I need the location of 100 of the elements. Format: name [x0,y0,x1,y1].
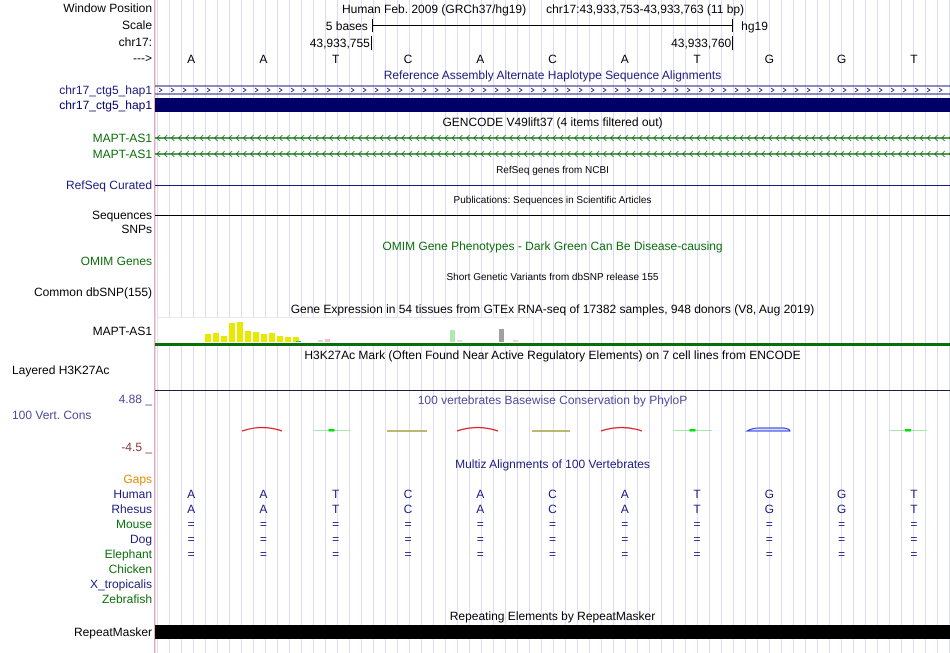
track-label[interactable]: MAPT-AS1 [92,146,152,162]
base-letter: = [476,517,485,532]
track-label[interactable]: RefSeq Curated [66,178,152,192]
base-letter: C [402,52,414,66]
base-letter: = [620,517,630,532]
base-letter: G [836,52,848,66]
base-letter: = [476,532,485,547]
track-label[interactable]: 4.88 _ [118,392,152,407]
base-letter: T [331,502,340,517]
base-letter: A [620,502,630,517]
base-letter: T [909,52,919,66]
track-title: RefSeq genes from NCBI [496,164,609,176]
track-label: chr17: [118,35,152,50]
base-letter: A [475,52,486,66]
track-label[interactable]: Rhesus [111,502,152,517]
track-label[interactable]: Mouse [116,517,152,532]
track-title: OMIM Gene Phenotypes - Dark Green Can Be Disease-causing [382,238,723,252]
track-label[interactable]: OMIM Genes [80,254,152,269]
base-letter: = [548,532,557,547]
base-letter: G [836,487,848,502]
base-letter: = [909,547,918,562]
base-letter: = [331,532,340,547]
base-letter: G [764,502,775,517]
base-letter: = [186,547,196,562]
track-title: Short Genetic Variants from dbSNP release 155 [446,272,658,282]
base-letter: T [692,502,702,517]
track-label[interactable]: Zebrafish [102,592,152,607]
base-letter: = [692,517,702,532]
track-label[interactable]: Common dbSNP(155) [34,285,152,300]
base-letter: A [258,502,268,517]
track-label[interactable]: chr17_ctg5_hap1 [59,98,152,112]
base-letter: = [403,547,412,562]
track-title: Gene Expression in 54 tissues from GTEx RNA-seq of 17382 samples, 948 donors (V8, Aug 2019) [290,302,814,316]
track-label[interactable]: Sequences [92,208,152,222]
base-letter: = [620,547,630,562]
track-label[interactable]: MAPT-AS1 [92,130,152,146]
base-letter: C [547,52,558,66]
base-letter: T [909,502,919,517]
base-letter: = [331,517,340,532]
track-label[interactable]: -4.5 _ [121,440,152,455]
track-label[interactable]: SNPs [121,222,152,237]
track-label[interactable]: Elephant [104,547,152,562]
base-letter: G [764,487,775,502]
coordinate-text: 43,933,755 [310,36,372,50]
track-label[interactable]: RepeatMasker [74,624,152,640]
base-letter: A [186,502,196,517]
track-title: Multiz Alignments of 100 Vertebrates [455,456,650,470]
track-title: GENCODE V49lift37 (4 items filtered out) [442,114,663,128]
base-letter: = [258,547,268,562]
base-letter: = [258,517,268,532]
base-letter: = [258,532,268,547]
track-label[interactable]: X_tropicalis [90,577,152,592]
base-letter: T [909,487,919,502]
base-letter: T [692,52,702,66]
base-letter: = [186,517,196,532]
track-label: ---> [133,51,152,66]
base-letter: G [764,52,775,66]
base-letter: T [331,487,340,502]
base-letter: C [402,502,414,517]
track-title: H3K27Ac Mark (Often Found Near Active Regulatory Elements) on 7 cell lines from ENCODE [304,348,801,362]
base-letter: = [403,532,412,547]
track-label: Window Position [63,1,152,16]
track-label[interactable]: 100 Vert. Cons [12,408,92,423]
track-label[interactable]: MAPT-AS1 [92,324,152,339]
base-letter: = [476,547,485,562]
base-letter: = [692,547,702,562]
assembly-name: hg19 [740,18,769,32]
base-letter: = [909,517,918,532]
track-label[interactable]: Human [113,487,152,502]
base-letter: = [331,547,340,562]
scale-text: 5 bases [324,18,369,32]
base-letter: A [186,52,196,66]
base-letter: = [403,517,412,532]
base-letter: = [692,532,702,547]
base-letter: A [258,52,268,66]
base-letter: = [764,532,774,547]
track-label: Scale [122,18,152,33]
base-letter: A [475,502,486,517]
base-letter: = [620,532,630,547]
base-letter: = [548,517,557,532]
base-letter: = [837,532,846,547]
base-letter: = [837,547,846,562]
base-letter: = [909,532,918,547]
position-text: chr17:43,933,753-43,933,763 (11 bp) [546,2,744,16]
base-letter: = [764,547,774,562]
track-title: Repeating Elements by RepeatMasker [450,608,656,622]
base-letter: A [186,487,196,502]
track-label[interactable]: chr17_ctg5_hap1 [59,82,152,98]
track-label[interactable]: Layered H3K27Ac [12,363,110,378]
track-label[interactable]: Dog [130,532,152,547]
track-title: Publications: Sequences in Scientific Articles [454,194,652,206]
assembly-title: Human Feb. 2009 (GRCh37/hg19) [342,2,526,16]
track-label[interactable]: Chicken [108,562,152,577]
base-letter: A [620,52,630,66]
base-letter: G [836,502,848,517]
base-letter: = [837,517,846,532]
track-title: Reference Assembly Alternate Haplotype Sequence Alignments [384,68,722,82]
base-letter: T [692,487,702,502]
coordinate-text: 43,933,760 [671,36,734,50]
base-letter: = [548,547,557,562]
